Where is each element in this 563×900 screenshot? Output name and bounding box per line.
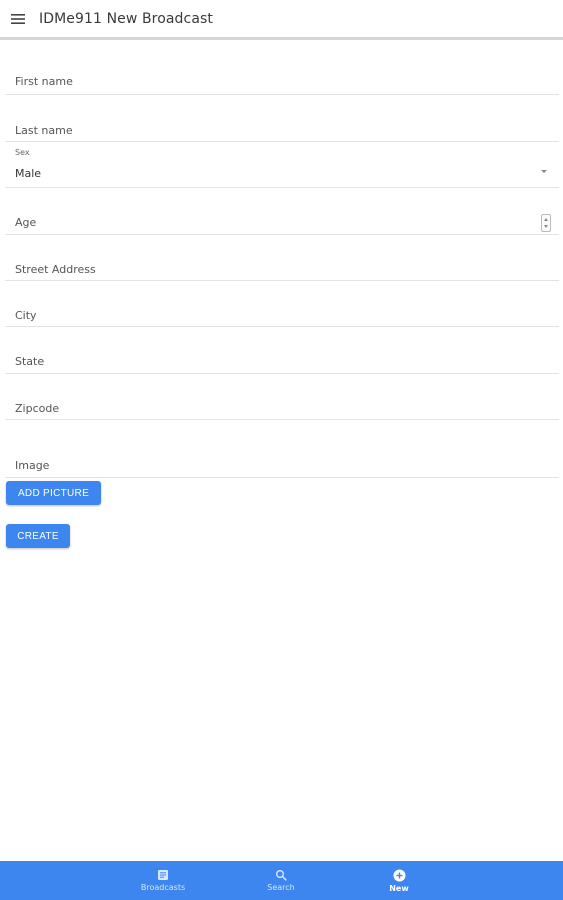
nav-item-new[interactable]: New bbox=[369, 861, 429, 900]
nav-item-broadcasts[interactable]: Broadcasts bbox=[133, 861, 193, 900]
first-name-label: First name bbox=[15, 75, 73, 88]
city-label: City bbox=[15, 309, 37, 322]
add-circle-icon bbox=[393, 869, 405, 881]
chevron-down-icon bbox=[541, 170, 547, 173]
bottom-navigation: Broadcasts Search New bbox=[0, 861, 563, 900]
zipcode-field[interactable]: Zipcode bbox=[5, 374, 559, 420]
hamburger-menu-icon[interactable] bbox=[0, 0, 38, 39]
create-button[interactable]: CREATE bbox=[6, 524, 70, 548]
age-label: Age bbox=[15, 216, 37, 229]
last-name-label: Last name bbox=[15, 124, 73, 137]
sex-select[interactable]: Sex Male bbox=[5, 142, 559, 188]
stepper-down-icon[interactable] bbox=[544, 225, 548, 228]
sex-label: Sex bbox=[15, 148, 30, 157]
add-picture-button[interactable]: ADD PICTURE bbox=[6, 481, 101, 505]
state-field[interactable]: State bbox=[5, 327, 559, 374]
sex-value: Male bbox=[15, 167, 42, 180]
age-field[interactable]: Age bbox=[5, 188, 559, 235]
image-field: Image bbox=[5, 420, 559, 478]
image-label: Image bbox=[15, 459, 50, 472]
street-address-label: Street Address bbox=[15, 263, 96, 276]
number-stepper[interactable] bbox=[541, 214, 551, 232]
app-root: IDMe911 New Broadcast First name Last na… bbox=[0, 0, 563, 900]
nav-label-broadcasts: Broadcasts bbox=[140, 883, 186, 892]
zipcode-label: Zipcode bbox=[15, 402, 60, 415]
top-app-bar: IDMe911 New Broadcast bbox=[0, 0, 563, 40]
search-icon bbox=[276, 870, 287, 881]
stepper-up-icon[interactable] bbox=[544, 218, 548, 221]
nav-item-search[interactable]: Search bbox=[251, 861, 311, 900]
broadcast-form: First name Last name Sex Male Age Street… bbox=[0, 43, 563, 478]
city-field[interactable]: City bbox=[5, 281, 559, 327]
list-icon bbox=[158, 870, 168, 880]
state-label: State bbox=[15, 355, 45, 368]
nav-label-search: Search bbox=[267, 883, 295, 892]
nav-label-new: New bbox=[389, 883, 409, 893]
page-title: IDMe911 New Broadcast bbox=[39, 10, 214, 27]
last-name-field[interactable]: Last name bbox=[5, 95, 559, 142]
street-address-field[interactable]: Street Address bbox=[5, 235, 559, 281]
first-name-field[interactable]: First name bbox=[5, 43, 559, 95]
